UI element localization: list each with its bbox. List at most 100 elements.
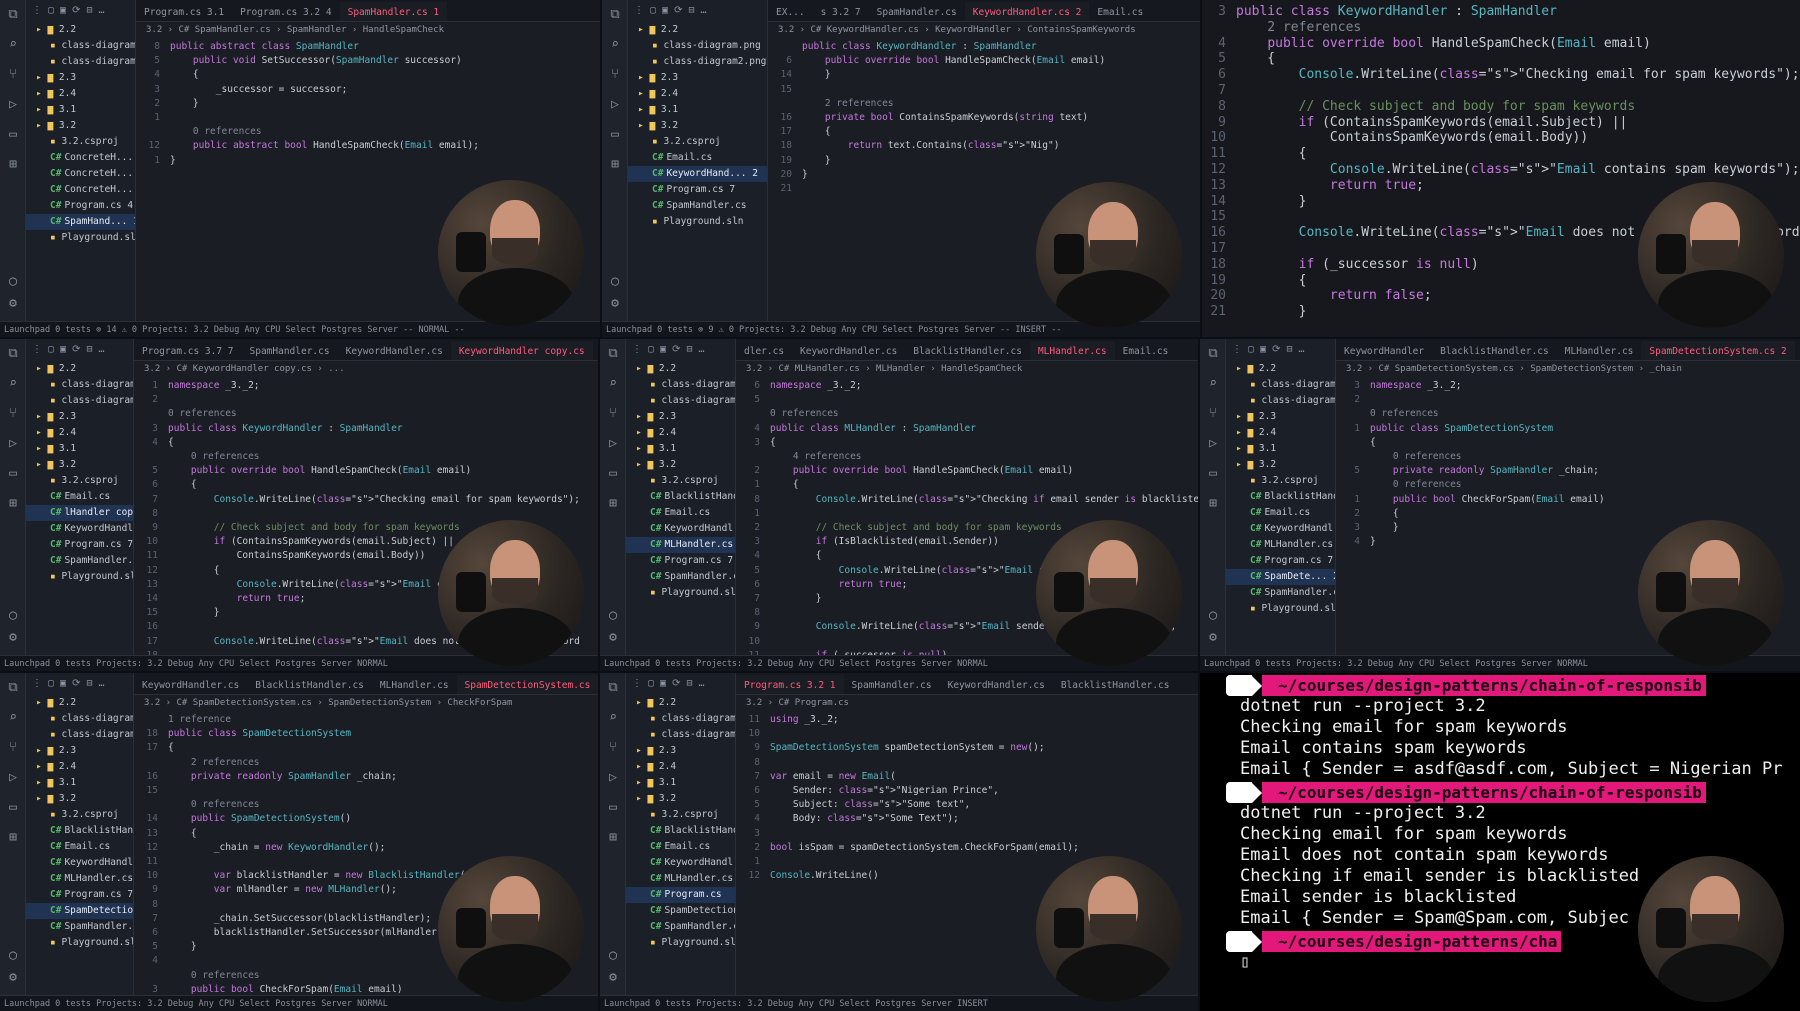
tree-item[interactable]: ▸ ▆ 2.3: [26, 70, 135, 86]
editor-tab[interactable]: Program.cs 3.2 1: [736, 675, 844, 694]
editor-tab[interactable]: Program.cs 3.1: [136, 2, 232, 21]
tree-item[interactable]: ▸ ▆ 2.2: [626, 361, 735, 377]
tree-item[interactable]: C#SpamHandler.cs: [626, 569, 735, 585]
tree-item[interactable]: ▸ ▆ 2.3: [628, 70, 767, 86]
tree-item[interactable]: ▸ ▆ 3.1: [626, 775, 735, 791]
tree-item[interactable]: ▪ 3.2.csproj: [626, 473, 735, 489]
remote-icon[interactable]: ▭: [600, 793, 626, 823]
editor-tab[interactable]: BlacklistHandler.cs: [1432, 341, 1557, 360]
editor-tab[interactable]: SpamHandler.cs: [869, 2, 965, 21]
extensions-icon[interactable]: ⊞: [1200, 489, 1226, 519]
tree-item[interactable]: C# Program.cs 4: [26, 198, 135, 214]
tree-item[interactable]: ▸ ▆ 2.3: [26, 409, 133, 425]
tree-item[interactable]: ▪ class-diagram...: [626, 711, 735, 727]
tree-item[interactable]: C# Program.cs: [626, 887, 735, 903]
gear-icon[interactable]: ⚙: [0, 289, 26, 319]
editor-tab[interactable]: KeywordHandler.cs: [134, 675, 247, 694]
tree-item[interactable]: ▪ class-diagram2...: [26, 393, 133, 409]
remote-icon[interactable]: ▭: [600, 459, 626, 489]
editor-tab[interactable]: KeywordHandler.cs: [940, 675, 1053, 694]
tree-item[interactable]: ▸ ▆ 3.2: [26, 791, 133, 807]
tree-item[interactable]: C#SpamHandler.cs: [1226, 585, 1335, 601]
files-icon[interactable]: ⧉: [1200, 339, 1226, 369]
tree-item[interactable]: C# Email.cs: [26, 839, 133, 855]
tree-item[interactable]: C#SpamDetection...: [626, 903, 735, 919]
files-icon[interactable]: ⧉: [600, 339, 626, 369]
editor-tab[interactable]: dler.cs: [736, 341, 792, 360]
tree-item[interactable]: C#SpamHandler.cs: [26, 553, 133, 569]
gear-icon[interactable]: ⚙: [602, 289, 628, 319]
tree-item[interactable]: C#SpamHandler.cs: [26, 919, 133, 935]
tree-item[interactable]: ▸ ▆ 2.2: [1226, 361, 1335, 377]
editor-tab[interactable]: KeywordHandler copy.cs: [450, 341, 593, 360]
tree-item[interactable]: ▸ ▆ 2.4: [26, 425, 133, 441]
search-icon[interactable]: ⌕: [0, 703, 26, 733]
tree-item[interactable]: ▪ Playground.sln: [626, 935, 735, 951]
tree-item[interactable]: ▸ ▆ 2.3: [626, 743, 735, 759]
tree-item[interactable]: ▪ class-diagram...: [26, 377, 133, 393]
source-control-icon[interactable]: ⑂: [0, 733, 26, 763]
editor-tab[interactable]: SpamHandler.cs: [844, 675, 940, 694]
code-editor[interactable]: 8 public abstract class SpamHandler 5 publ…: [136, 38, 600, 168]
tree-item[interactable]: C# MLHandler.cs: [1226, 537, 1335, 553]
tree-item[interactable]: ▸ ▆ 2.3: [626, 409, 735, 425]
tree-item[interactable]: C# SpamHand... 1: [26, 214, 135, 230]
tree-item[interactable]: ▸ ▆ 2.4: [628, 86, 767, 102]
tree-item[interactable]: ▸ ▆ 2.2: [26, 695, 133, 711]
run-debug-icon[interactable]: ▷: [0, 429, 26, 459]
tree-item[interactable]: C#KeywordHandl...: [626, 855, 735, 871]
editor-tab[interactable]: MLHandler.cs: [1557, 341, 1642, 360]
editor-tab[interactable]: MLHandler.cs: [372, 675, 457, 694]
tree-item[interactable]: ▸ ▆ 2.4: [626, 425, 735, 441]
tree-item[interactable]: C# KeywordHand... 2: [628, 166, 767, 182]
remote-icon[interactable]: ▭: [0, 459, 26, 489]
tree-item[interactable]: ▸ ▆ 3.2: [1226, 457, 1335, 473]
tree-item[interactable]: ▸ ▆ 3.1: [26, 775, 133, 791]
tree-item[interactable]: ▪ class-diagram...: [26, 711, 133, 727]
tree-item[interactable]: ▪ Playground.sln: [26, 230, 135, 246]
tree-item[interactable]: ▸ ▆ 2.4: [26, 86, 135, 102]
editor-tab[interactable]: EX...: [768, 2, 813, 21]
tree-item[interactable]: C#KeywordHandl...: [26, 521, 133, 537]
editor-tab[interactable]: SpamDetectionSystem.cs: [456, 675, 598, 694]
run-debug-icon[interactable]: ▷: [600, 429, 626, 459]
run-debug-icon[interactable]: ▷: [0, 90, 26, 120]
extensions-icon[interactable]: ⊞: [0, 150, 26, 180]
editor-tab[interactable]: KeywordHandler: [1336, 341, 1432, 360]
gear-icon[interactable]: ⚙: [0, 623, 26, 653]
tree-item[interactable]: C# MLHandler.cs: [626, 537, 735, 553]
remote-icon[interactable]: ▭: [0, 793, 26, 823]
source-control-icon[interactable]: ⑂: [0, 60, 26, 90]
tree-item[interactable]: ▸ ▆ 2.3: [1226, 409, 1335, 425]
extensions-icon[interactable]: ⊞: [600, 823, 626, 853]
gear-icon[interactable]: ⚙: [0, 963, 26, 993]
tree-item[interactable]: C# Email.cs: [626, 505, 735, 521]
tree-item[interactable]: C# Program.cs 7: [628, 182, 767, 198]
tree-item[interactable]: ▸ ▆ 3.1: [1226, 441, 1335, 457]
search-icon[interactable]: ⌕: [600, 703, 626, 733]
files-icon[interactable]: ⧉: [600, 673, 626, 703]
tree-item[interactable]: ▪ class-diagram...: [626, 377, 735, 393]
source-control-icon[interactable]: ⑂: [0, 399, 26, 429]
remote-icon[interactable]: ▭: [602, 120, 628, 150]
tree-item[interactable]: C#lHandler copy.cs: [26, 505, 133, 521]
run-debug-icon[interactable]: ▷: [0, 763, 26, 793]
gear-icon[interactable]: ⚙: [600, 623, 626, 653]
editor-tab[interactable]: KeywordHandler.cs 2: [964, 2, 1090, 21]
editor-tab[interactable]: SpamHandler.cs: [242, 341, 338, 360]
tree-item[interactable]: ▸ ▆ 2.4: [26, 759, 133, 775]
tree-item[interactable]: C#KeywordHandl...: [1226, 521, 1335, 537]
tree-item[interactable]: ▪ Playground.sln: [1226, 601, 1335, 617]
tree-item[interactable]: C#KeywordHandl...: [26, 855, 133, 871]
tree-item[interactable]: ▪ 3.2.csproj: [1226, 473, 1335, 489]
tree-item[interactable]: C# SpamDete... 2: [1226, 569, 1335, 585]
tree-item[interactable]: C#ConcreteH... 3: [26, 182, 135, 198]
editor-tab[interactable]: Email.cs: [1089, 2, 1151, 21]
tree-item[interactable]: ▪ 3.2.csproj: [628, 134, 767, 150]
editor-tab[interactable]: MLHandler.cs: [1029, 341, 1115, 360]
tree-item[interactable]: ▪ class-diagram2...: [26, 727, 133, 743]
tree-item[interactable]: ▸ ▆ 3.1: [26, 102, 135, 118]
tree-item[interactable]: C#SpamHandler.cs: [626, 919, 735, 935]
tree-item[interactable]: ▸ ▆ 3.2: [26, 118, 135, 134]
run-debug-icon[interactable]: ▷: [602, 90, 628, 120]
